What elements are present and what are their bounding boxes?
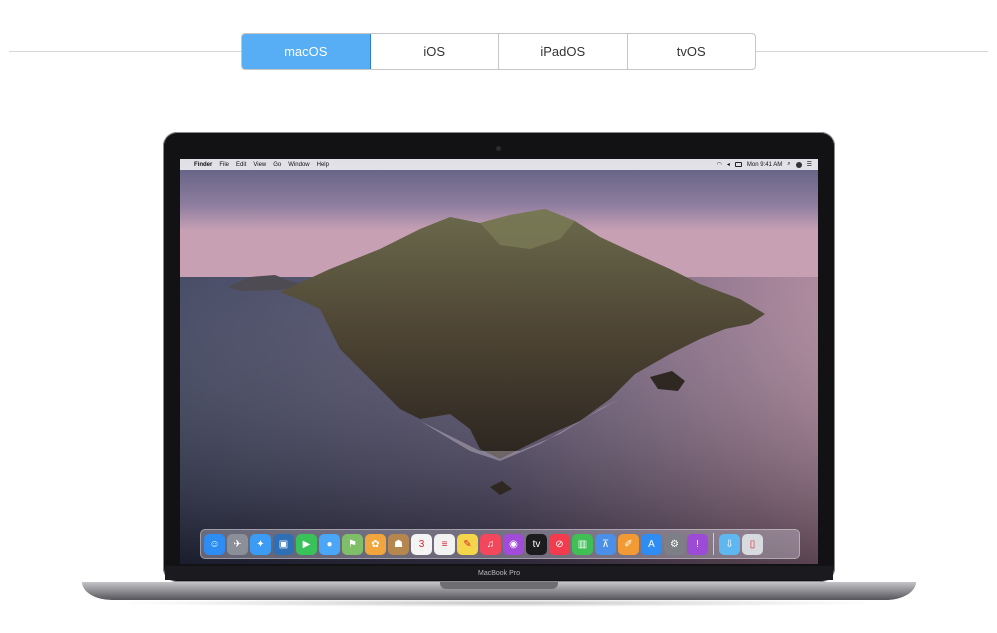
- macbook-pro-device: Finder File Edit View Go Window Help ◠ ◂…: [0, 0, 997, 633]
- menu-help[interactable]: Help: [317, 162, 329, 168]
- laptop-screen: Finder File Edit View Go Window Help ◠ ◂…: [180, 159, 818, 564]
- keynote-icon[interactable]: ⊼: [595, 533, 616, 555]
- news-icon[interactable]: ⊘: [549, 533, 570, 555]
- tv-icon[interactable]: tv: [526, 533, 547, 555]
- dock: ☺ ✈ ✦ ▣ ▶ ● ⚑ ✿ ☗ 3 ≡ ✎ ♫ ◉ tv ⊘ ▥ ⊼ ✐ A ⚙! ⇩ ▯: [200, 529, 800, 559]
- mac-menu-bar: Finder File Edit View Go Window Help ◠ ◂…: [180, 159, 818, 170]
- system-preferences-icon[interactable]: ⚙: [664, 533, 685, 555]
- wifi-icon[interactable]: ◠: [717, 161, 722, 168]
- safari-icon[interactable]: ✦: [250, 533, 271, 555]
- feedback-icon[interactable]: !: [687, 533, 708, 555]
- numbers-icon[interactable]: ▥: [572, 533, 593, 555]
- podcasts-icon[interactable]: ◉: [503, 533, 524, 555]
- dock-separator: [713, 533, 714, 555]
- catalina-wallpaper: [180, 159, 818, 564]
- downloads-folder-icon[interactable]: ⇩: [719, 533, 740, 555]
- trash-icon[interactable]: ▯: [742, 533, 763, 555]
- pages-icon[interactable]: ✐: [618, 533, 639, 555]
- photos-icon[interactable]: ✿: [365, 533, 386, 555]
- finder-icon[interactable]: ☺: [204, 533, 225, 555]
- app-store-icon[interactable]: A: [641, 533, 662, 555]
- notification-center-icon[interactable]: ☰: [807, 161, 812, 168]
- menu-edit[interactable]: Edit: [236, 162, 246, 168]
- maps-icon[interactable]: ⚑: [342, 533, 363, 555]
- photo-booth-icon[interactable]: ▣: [273, 533, 294, 555]
- lid-opening-notch: [440, 582, 558, 589]
- contacts-icon[interactable]: ☗: [388, 533, 409, 555]
- launchpad-icon[interactable]: ✈: [227, 533, 248, 555]
- music-icon[interactable]: ♫: [480, 533, 501, 555]
- menu-go[interactable]: Go: [273, 162, 281, 168]
- volume-icon[interactable]: ◂: [727, 161, 730, 168]
- menu-view[interactable]: View: [253, 162, 266, 168]
- messages-icon[interactable]: ●: [319, 533, 340, 555]
- camera-icon: [496, 146, 501, 151]
- laptop-shadow: [110, 599, 888, 607]
- menu-clock[interactable]: Mon 9:41 AM: [747, 162, 782, 168]
- menu-app-name[interactable]: Finder: [194, 162, 212, 168]
- calendar-icon[interactable]: 3: [411, 533, 432, 555]
- menu-window[interactable]: Window: [288, 162, 309, 168]
- menu-extras: ◠ ◂ Mon 9:41 AM ⌕ ☰: [717, 159, 812, 170]
- notes-icon[interactable]: ✎: [457, 533, 478, 555]
- facetime-icon[interactable]: ▶: [296, 533, 317, 555]
- reminders-icon[interactable]: ≡: [434, 533, 455, 555]
- battery-icon[interactable]: [734, 162, 742, 167]
- siri-icon[interactable]: [795, 161, 802, 168]
- device-brand-label: MacBook Pro: [477, 570, 521, 577]
- menu-file[interactable]: File: [219, 162, 229, 168]
- spotlight-icon[interactable]: ⌕: [787, 161, 790, 168]
